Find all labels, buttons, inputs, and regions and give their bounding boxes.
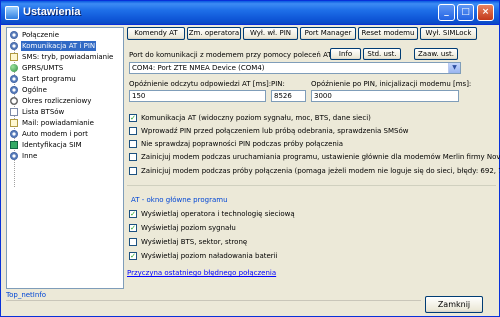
change-operator-button[interactable]: Zm. operatora	[187, 27, 241, 40]
gear-icon	[10, 31, 18, 39]
advanced-settings-button[interactable]: Zaaw. ust.	[414, 48, 458, 60]
pin-delay-input[interactable]: 3000	[311, 90, 459, 102]
tree-item-label: Identyfikacja SIM	[22, 141, 82, 149]
close-window-button[interactable]: ×	[477, 4, 494, 21]
tree-item-label: Lista BTSów	[22, 108, 65, 116]
gear-icon	[10, 152, 18, 160]
gear-icon	[10, 42, 18, 50]
chip-icon	[10, 141, 18, 149]
option-label: Wyświetlaj operatora i technologię sieci…	[141, 210, 295, 218]
option-label: Komunikacja AT (widoczny poziom sygnału,…	[141, 114, 371, 122]
minimize-button[interactable]: _	[438, 4, 455, 21]
checkbox-checked[interactable]: ✓	[129, 224, 137, 232]
checkbox-unchecked[interactable]	[129, 238, 137, 246]
close-button[interactable]: Zamknij	[425, 296, 483, 313]
tree-item-label: Okres rozliczeniowy	[22, 97, 92, 105]
pin-label: PIN:	[271, 80, 285, 88]
document-icon	[10, 108, 18, 116]
app-icon	[5, 6, 19, 20]
checkbox-unchecked[interactable]	[129, 167, 137, 175]
checkbox-checked[interactable]: ✓	[129, 114, 137, 122]
settings-window: Ustawienia _ □ × Połączenie Komunikacja …	[0, 0, 500, 317]
envelope-icon	[10, 119, 18, 127]
clock-icon	[10, 97, 18, 105]
tree-item-label: Mail: powiadamianie	[22, 119, 94, 127]
delay-label: Opóźnienie odczytu odpowiedzi AT [ms]:	[129, 80, 272, 88]
port-manager-button[interactable]: Port Manager	[300, 27, 356, 40]
toggle-pin-button[interactable]: Wył. wł. PIN	[243, 27, 298, 40]
chevron-down-icon[interactable]: ▼	[448, 63, 460, 73]
port-select[interactable]: COM4: Port ZTE NMEA Device (COM4) ▼	[129, 62, 461, 74]
checkbox-unchecked[interactable]	[129, 140, 137, 148]
tree-item-label: Komunikacja AT i PIN	[21, 41, 97, 51]
reset-modem-button[interactable]: Reset modemu	[358, 27, 418, 40]
status-text: Top_netInfo	[6, 291, 47, 299]
option-label: Wyświetlaj poziom naładowania baterii	[141, 252, 278, 260]
tree-item-label: Ogólne	[22, 86, 47, 94]
group-title: AT - okno główne programu	[131, 196, 228, 204]
option-label: Nie sprawdzaj poprawności PIN podczas pr…	[141, 140, 344, 148]
port-select-value: COM4: Port ZTE NMEA Device (COM4)	[132, 64, 265, 72]
envelope-icon	[10, 53, 18, 61]
option-label: Wyświetlaj poziom sygnału	[141, 224, 236, 232]
tree-item-label: Inne	[22, 152, 38, 160]
settings-tree[interactable]: Połączenie Komunikacja AT i PIN SMS: try…	[6, 27, 124, 289]
checkbox-unchecked[interactable]	[129, 153, 137, 161]
maximize-button[interactable]: □	[457, 4, 474, 21]
gear-icon	[10, 86, 18, 94]
last-error-link[interactable]: Przyczyna ostatniego błędnego połączenia	[127, 269, 276, 278]
globe-icon	[10, 64, 18, 72]
group-divider	[127, 185, 496, 186]
disable-simlock-button[interactable]: Wył. SIMLock	[420, 27, 477, 40]
tree-item-label: Start programu	[22, 75, 76, 83]
info-button[interactable]: Info	[330, 48, 361, 60]
checkbox-checked[interactable]: ✓	[129, 252, 137, 260]
at-commands-button[interactable]: Komendy AT	[127, 27, 185, 40]
pin-delay-label: Opóźnienie po PIN, inicjalizacji modemu …	[311, 80, 472, 88]
option-label: Wprowadź PIN przed połączeniem lub próbą…	[141, 127, 409, 135]
tree-item-label: SMS: tryb, powiadamianie	[22, 53, 114, 61]
pin-input[interactable]: 8526	[271, 90, 306, 102]
standard-settings-button[interactable]: Std. ust.	[363, 48, 401, 60]
tree-item-label: GPRS/UMTS	[22, 64, 64, 72]
gear-icon	[10, 130, 18, 138]
window-title: Ustawienia	[23, 6, 81, 18]
port-label: Port do komunikacji z modemem przy pomoc…	[129, 51, 334, 59]
settings-panel: Komendy AT Zm. operatora Wył. wł. PIN Po…	[127, 27, 500, 289]
tree-item-label: Auto modem i port	[22, 130, 88, 138]
option-label: Wyświetlaj BTS, sektor, stronę	[141, 238, 248, 246]
option-label: Zainicjuj modem podczas próby połączenia…	[141, 167, 500, 175]
status-divider	[6, 300, 421, 301]
gear-icon	[10, 75, 18, 83]
delay-input[interactable]: 150	[129, 90, 266, 102]
tree-item-label: Połączenie	[22, 31, 60, 39]
title-bar[interactable]: Ustawienia _ □ ×	[1, 1, 499, 25]
checkbox-unchecked[interactable]	[129, 127, 137, 135]
option-label: Zainicjuj modem podczas uruchamiania pro…	[141, 153, 500, 161]
checkbox-checked[interactable]: ✓	[129, 210, 137, 218]
